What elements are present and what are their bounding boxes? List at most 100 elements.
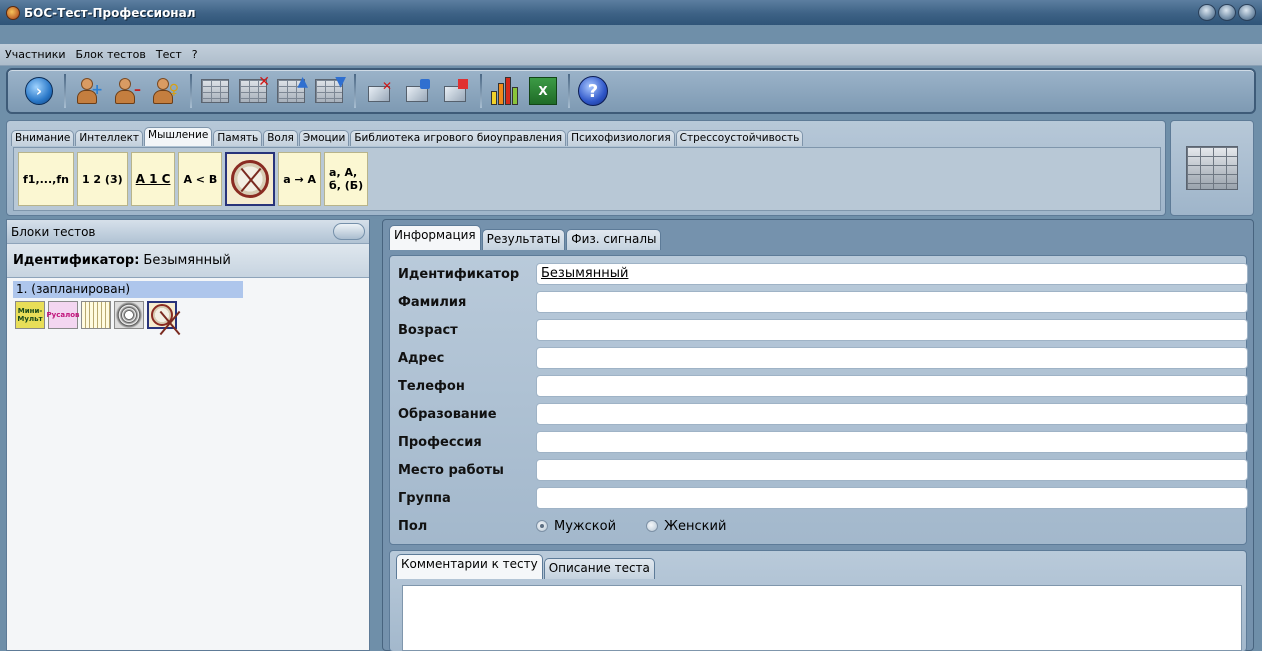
- workplace-field[interactable]: [536, 459, 1248, 481]
- gender-female-label: Женский: [664, 518, 727, 534]
- test-tile-a1c[interactable]: A 1 C: [130, 152, 176, 206]
- toolbar-separator: [64, 74, 66, 108]
- test-rusalov-icon[interactable]: Русалов: [47, 301, 79, 329]
- add-participant-button[interactable]: +: [74, 76, 104, 106]
- test-tile-compare[interactable]: A < B: [178, 152, 223, 206]
- test-tile-functions[interactable]: f1,...,fn: [18, 152, 74, 206]
- app-icon: [6, 5, 20, 20]
- remove-user-icon: –: [113, 77, 141, 105]
- menu-participants[interactable]: Участники: [4, 48, 67, 61]
- field-row-identifier: Идентификатор Безымянный: [398, 260, 1248, 288]
- age-field[interactable]: [536, 319, 1248, 341]
- tab-memory[interactable]: Память: [213, 130, 263, 146]
- test-grid-icon[interactable]: [81, 301, 111, 329]
- go-button[interactable]: ›: [24, 76, 54, 106]
- group-field[interactable]: [536, 487, 1248, 509]
- help-icon: ?: [578, 76, 608, 106]
- menu-help[interactable]: ?: [191, 48, 199, 61]
- flag-test-button[interactable]: [440, 76, 470, 106]
- comment-tabs: Комментарии к тесту Описание теста: [390, 551, 1246, 581]
- collapse-button[interactable]: [333, 223, 365, 240]
- menu-test-block[interactable]: Блок тестов: [75, 48, 147, 61]
- test-category-panel: Внимание Интеллект Мышление Память Воля …: [6, 120, 1166, 216]
- education-label: Образование: [398, 406, 497, 422]
- comment-textarea[interactable]: [402, 585, 1242, 651]
- participant-form: Идентификатор Безымянный Фамилия Возраст…: [389, 255, 1248, 545]
- toolbar-separator: [480, 74, 482, 108]
- close-button[interactable]: [1238, 4, 1256, 21]
- gender-male-radio[interactable]: Мужской: [536, 519, 616, 534]
- menu-test[interactable]: Тест: [155, 48, 183, 61]
- maximize-button[interactable]: [1218, 4, 1236, 21]
- tab-psychophysiology[interactable]: Психофизиология: [567, 130, 675, 146]
- details-panel: Информация Результаты Физ. сигналы Идент…: [382, 219, 1254, 651]
- delete-test-button[interactable]: ✕: [364, 76, 394, 106]
- minimize-button[interactable]: [1198, 4, 1216, 21]
- help-button[interactable]: ?: [578, 76, 608, 106]
- participant-key-button[interactable]: ♀: [150, 76, 180, 106]
- toolbar: › + – ♀ ✕ ▲ ▼ ✕ X ?: [6, 68, 1256, 114]
- address-field[interactable]: [536, 347, 1248, 369]
- test-spiral-icon[interactable]: [114, 301, 144, 329]
- tab-emotions[interactable]: Эмоции: [298, 130, 350, 146]
- test-tile-letters[interactable]: а, А, б, (Б): [324, 152, 369, 206]
- window-title: БОС-Тест-Профессионал: [24, 5, 196, 20]
- education-field[interactable]: [536, 403, 1248, 425]
- surname-field[interactable]: [536, 291, 1248, 313]
- window-controls: [1198, 4, 1256, 21]
- field-row-phone: Телефон: [398, 372, 1248, 400]
- comment-panel: Комментарии к тесту Описание теста: [389, 550, 1247, 651]
- tab-test-description[interactable]: Описание теста: [543, 558, 655, 579]
- user-key-icon: ♀: [151, 77, 179, 105]
- wall-delete-icon: ✕: [239, 74, 270, 103]
- wall-up-icon: ▲: [277, 74, 308, 103]
- block-down-button[interactable]: ▼: [314, 74, 346, 106]
- details-tabs: Информация Результаты Физ. сигналы: [383, 220, 1253, 250]
- block-up-button[interactable]: ▲: [276, 74, 308, 106]
- export-button[interactable]: X: [528, 76, 558, 106]
- box-delete-icon: ✕: [365, 78, 393, 104]
- field-row-workplace: Место работы: [398, 456, 1248, 484]
- tab-phys-signals[interactable]: Физ. сигналы: [566, 229, 662, 250]
- list-item[interactable]: 1. (запланирован): [13, 281, 243, 298]
- gender-female-radio[interactable]: Женский: [646, 519, 726, 534]
- test-tile-sequence[interactable]: 1 2 (3): [76, 152, 128, 206]
- identifier-field[interactable]: Безымянный: [536, 263, 1248, 285]
- test-tile-compass[interactable]: [225, 152, 276, 206]
- test-compass-icon[interactable]: [147, 301, 177, 329]
- spreadsheet-icon: X: [529, 77, 557, 105]
- profession-field[interactable]: [536, 431, 1248, 453]
- tab-will[interactable]: Воля: [263, 130, 298, 146]
- tab-intellect[interactable]: Интеллект: [75, 130, 144, 146]
- toolbar-separator: [190, 74, 192, 108]
- tab-stress-resistance[interactable]: Стрессоустойчивость: [675, 130, 804, 146]
- new-block-button[interactable]: [200, 76, 230, 106]
- tab-information[interactable]: Информация: [389, 225, 481, 250]
- tab-test-comments[interactable]: Комментарии к тесту: [396, 554, 543, 579]
- blocks-header: Блоки тестов: [7, 220, 369, 244]
- surname-label: Фамилия: [398, 294, 467, 310]
- remove-participant-button[interactable]: –: [112, 76, 142, 106]
- chart-button[interactable]: [490, 76, 520, 106]
- test-tile-transform[interactable]: a → A: [278, 152, 322, 206]
- wall-icon: [201, 79, 229, 103]
- tab-results[interactable]: Результаты: [481, 229, 566, 250]
- wall-icon: [1186, 146, 1238, 190]
- tab-thinking[interactable]: Мышление: [144, 127, 213, 146]
- block-preview[interactable]: [1170, 120, 1254, 216]
- toolbar-separator: [568, 74, 570, 108]
- field-row-surname: Фамилия: [398, 288, 1248, 316]
- phone-field[interactable]: [536, 375, 1248, 397]
- tab-attention[interactable]: Внимание: [11, 130, 75, 146]
- box-icon: [403, 78, 431, 104]
- menu-bar: Участники Блок тестов Тест ?: [0, 44, 1262, 66]
- profession-label: Профессия: [398, 434, 482, 450]
- box-flag-icon: [441, 78, 469, 104]
- test-minimult-icon[interactable]: Мини-Мульт: [15, 301, 45, 329]
- block-identifier: Идентификатор: Безымянный: [7, 244, 369, 278]
- open-test-button[interactable]: [402, 76, 432, 106]
- address-label: Адрес: [398, 350, 445, 366]
- tab-biofeedback-library[interactable]: Библиотека игрового биоуправления: [350, 130, 567, 146]
- delete-block-button[interactable]: ✕: [238, 74, 270, 106]
- menubar-spacer: [0, 25, 1262, 44]
